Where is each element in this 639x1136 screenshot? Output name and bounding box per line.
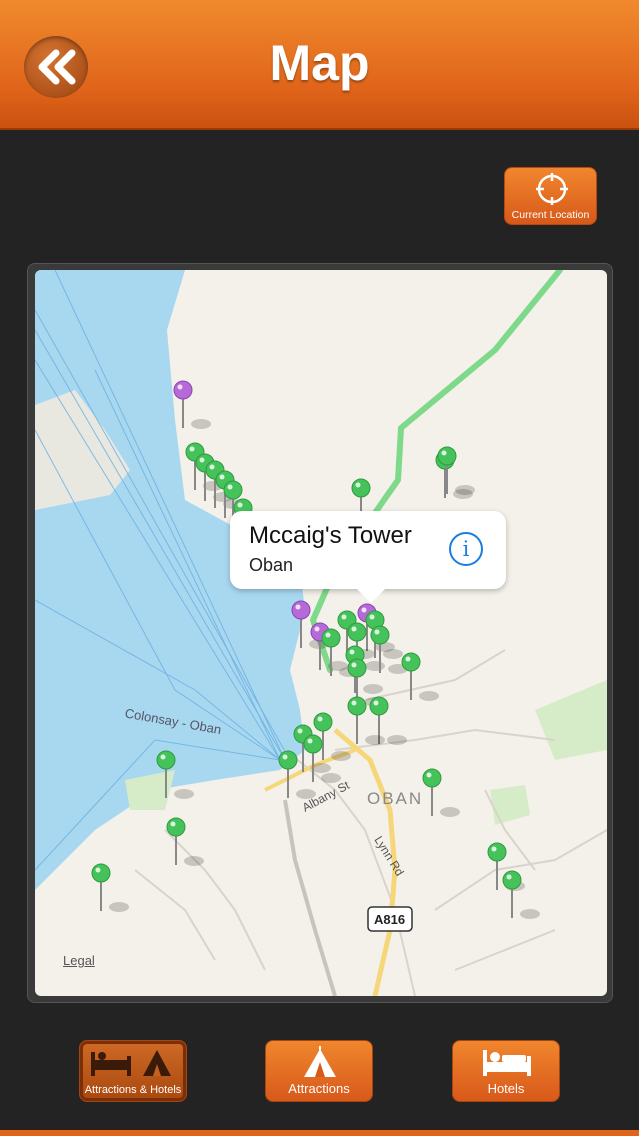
callout-title: Mccaig's Tower — [249, 522, 412, 549]
crosshair-icon — [536, 173, 568, 205]
green-map-pin[interactable] — [91, 863, 129, 912]
bed-icon — [483, 1050, 531, 1076]
main-road — [283, 799, 337, 996]
tab-label: Attractions & Hotels — [84, 1084, 182, 1096]
tab-attractions[interactable]: Attractions — [265, 1040, 373, 1102]
green-map-pin[interactable] — [502, 870, 540, 919]
current-location-label: Current Location — [511, 209, 590, 221]
page-title: Map — [269, 35, 370, 91]
callout-subtitle: Oban — [249, 555, 294, 575]
park-area — [535, 680, 607, 760]
tab-label: Hotels — [487, 1081, 525, 1096]
current-location-button[interactable]: Current Location — [504, 167, 597, 225]
green-map-pin[interactable] — [401, 652, 439, 701]
place-callout[interactable]: Mccaig's Tower Oban i — [230, 511, 506, 603]
bed-tent-icon — [91, 1050, 171, 1076]
legal-link[interactable]: Legal — [63, 953, 95, 968]
green-map-pin[interactable] — [437, 446, 475, 495]
map-canvas: Colonsay - Oban OBAN Albany St Lynn Rd A… — [35, 270, 607, 996]
green-map-pin[interactable] — [166, 817, 204, 866]
purple-map-pin[interactable] — [173, 380, 211, 429]
park-area — [490, 785, 530, 825]
map-view[interactable]: Colonsay - Oban OBAN Albany St Lynn Rd A… — [35, 270, 607, 996]
svg-text:A816: A816 — [374, 912, 405, 927]
road-shield: A816 — [367, 906, 413, 932]
route-line — [310, 270, 563, 673]
header-bar: Map — [0, 0, 639, 130]
tent-icon — [304, 1046, 336, 1077]
tab-label: Attractions — [288, 1081, 350, 1096]
street-label-lynn: Lynn Rd — [371, 834, 406, 879]
footer-accent-line — [0, 1130, 639, 1136]
green-map-pin[interactable] — [422, 768, 460, 817]
tab-attractions-hotels[interactable]: Attractions & Hotels — [79, 1040, 187, 1102]
tab-hotels[interactable]: Hotels — [452, 1040, 560, 1102]
app-screen: Map Current Location Colonsay - Oban OBA… — [0, 0, 639, 1136]
town-label: OBAN — [367, 789, 423, 808]
info-icon[interactable]: i — [449, 532, 483, 566]
